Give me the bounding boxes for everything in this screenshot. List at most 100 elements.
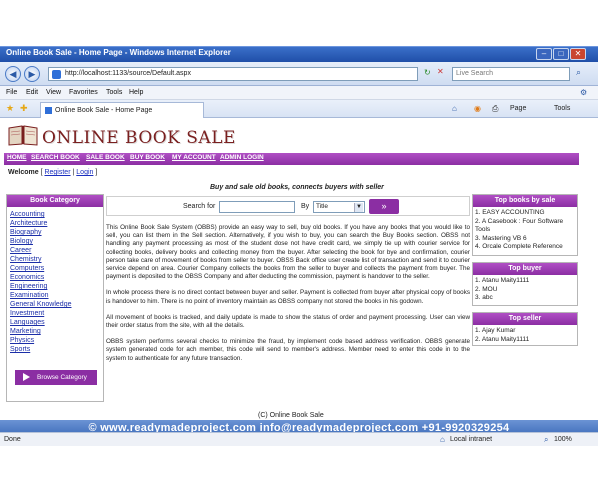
close-button[interactable]: ✕: [570, 48, 586, 60]
favorites-star-icon[interactable]: ★: [6, 103, 14, 114]
window-title: Online Book Sale - Home Page - Windows I…: [6, 48, 231, 57]
tab-home-page[interactable]: Online Book Sale - Home Page: [40, 102, 204, 118]
category-accounting[interactable]: Accounting: [7, 210, 103, 219]
register-link[interactable]: Register: [44, 169, 70, 176]
category-engineering[interactable]: Engineering: [7, 282, 103, 291]
nav-search-book[interactable]: SEARCH BOOK: [31, 154, 80, 161]
print-icon[interactable]: ⎙: [492, 104, 498, 114]
menu-help[interactable]: Help: [129, 89, 143, 96]
feeds-icon[interactable]: ◉: [474, 104, 481, 113]
refresh-icon[interactable]: ↻: [424, 68, 431, 77]
page-icon: [52, 70, 61, 79]
top-books-panel: Top books by sale 1. EASY ACCOUNTING 2. …: [472, 194, 578, 256]
footer-copyright: (C) Online Book Sale: [258, 412, 324, 419]
browse-category-label: Browse Category: [37, 374, 87, 381]
live-search-input[interactable]: Live Search: [452, 67, 570, 81]
category-panel: Book Category Accounting Architecture Bi…: [6, 194, 104, 402]
menu-favorites[interactable]: Favorites: [69, 89, 98, 96]
category-economics[interactable]: Economics: [7, 273, 103, 282]
url-input[interactable]: http://localhost:1133/source/Default.asp…: [48, 67, 418, 81]
back-button[interactable]: ◀: [5, 66, 21, 82]
menu-tools[interactable]: Tools: [106, 89, 122, 96]
book-logo-icon: [8, 125, 38, 146]
welcome-separator: |: [72, 169, 75, 176]
top-buyer-title: Top buyer: [473, 263, 577, 275]
top-seller-title: Top seller: [473, 313, 577, 325]
site-navbar: HOME SEARCH BOOK SALE BOOK BUY BOOK MY A…: [4, 153, 579, 165]
url-text: http://localhost:1133/source/Default.asp…: [65, 70, 191, 77]
back-arrow-icon: ◀: [9, 69, 17, 79]
top-book-item: 1. EASY ACCOUNTING: [475, 209, 545, 216]
category-chemistry[interactable]: Chemistry: [7, 255, 103, 264]
search-by-select[interactable]: Title ▼: [313, 201, 365, 213]
top-book-item: 3. Mastering VB 6: [475, 234, 527, 242]
tools-menu[interactable]: Tools: [554, 105, 570, 112]
category-career[interactable]: Career: [7, 246, 103, 255]
search-input[interactable]: [219, 201, 295, 213]
top-seller-panel: Top seller 1. Ajay Kumar 2. Atanu Maity1…: [472, 312, 578, 346]
zoom-icon[interactable]: ⌕: [544, 435, 548, 445]
about-text: This Online Book Sale System (OBBS) prov…: [106, 224, 470, 408]
nav-home[interactable]: HOME: [7, 154, 27, 161]
nav-my-account[interactable]: MY ACCOUNT: [172, 154, 216, 161]
nav-sale-book[interactable]: SALE BOOK: [86, 154, 125, 161]
chevron-down-icon: ▼: [354, 203, 363, 212]
browse-category-button[interactable]: Browse Category: [15, 370, 97, 385]
forward-arrow-icon: ▶: [28, 69, 36, 79]
top-book-item: 4. Orcale Complete Reference: [475, 243, 563, 250]
forward-button[interactable]: ▶: [24, 66, 40, 82]
top-buyer-item: 3. abc: [475, 294, 493, 301]
login-link[interactable]: Login: [76, 169, 93, 176]
top-seller-item: 2. Atanu Maity1111: [475, 335, 530, 343]
top-book-item: 2. A Casebook : Four Software Tools: [475, 217, 564, 234]
page-bottom-margin: [0, 446, 598, 498]
home-icon[interactable]: ⌂: [452, 104, 457, 113]
live-search-placeholder: Live Search: [456, 70, 493, 77]
category-computers[interactable]: Computers: [7, 264, 103, 273]
category-architecture[interactable]: Architecture: [7, 219, 103, 228]
security-zone: Local intranet: [450, 436, 493, 443]
menu-view[interactable]: View: [46, 89, 61, 96]
about-paragraph-3: All movement of books is tracked, and da…: [106, 313, 470, 330]
category-biology[interactable]: Biology: [7, 237, 103, 246]
category-sports[interactable]: Sports: [7, 345, 103, 354]
about-paragraph-2: In whole process there is no direct cont…: [106, 289, 470, 305]
menu-edit[interactable]: Edit: [26, 89, 38, 96]
status-bar: Done ⌂ Local intranet ⌕ 100%: [0, 432, 598, 446]
site-tagline: Buy and sale old books, connects buyers …: [210, 184, 384, 191]
page-content: ONLINE BOOK SALE HOME SEARCH BOOK SALE B…: [0, 118, 598, 432]
top-seller-item: 1. Ajay Kumar: [475, 327, 516, 334]
top-buyer-item: 1. Atanu Maity1111: [475, 277, 530, 284]
category-investment[interactable]: Investment: [7, 309, 103, 318]
category-general-knowledge[interactable]: General Knowledge: [7, 300, 103, 309]
site-logo[interactable]: ONLINE BOOK SALE: [42, 128, 236, 148]
top-books-title: Top books by sale: [473, 195, 577, 207]
search-form: Search for By Title ▼ »: [106, 196, 470, 216]
category-physics[interactable]: Physics: [7, 336, 103, 345]
category-panel-title: Book Category: [7, 195, 103, 207]
maximize-button[interactable]: □: [553, 48, 569, 60]
top-seller-list: 1. Ajay Kumar 2. Atanu Maity1111: [473, 325, 577, 347]
add-favorite-icon[interactable]: ✚: [20, 103, 28, 114]
stop-icon[interactable]: ✕: [437, 67, 444, 76]
nav-admin-login[interactable]: ADMIN LOGIN: [220, 154, 264, 161]
toolbar-extra-icon[interactable]: ⚙: [580, 88, 587, 97]
category-languages[interactable]: Languages: [7, 318, 103, 327]
search-go-button[interactable]: »: [369, 199, 399, 214]
zoom-level[interactable]: 100%: [554, 436, 572, 443]
tab-label: Online Book Sale - Home Page: [55, 107, 153, 114]
arrow-right-icon: [23, 373, 30, 381]
category-examination[interactable]: Examination: [7, 291, 103, 300]
minimize-button[interactable]: –: [536, 48, 552, 60]
category-biography[interactable]: Biography: [7, 228, 103, 237]
search-icon[interactable]: ⌕: [576, 67, 581, 78]
menu-bar: File Edit View Favorites Tools Help ⚙: [0, 86, 598, 100]
top-books-list: 1. EASY ACCOUNTING 2. A Casebook : Four …: [473, 207, 577, 255]
nav-buy-book[interactable]: BUY BOOK: [130, 154, 165, 161]
category-marketing[interactable]: Marketing: [7, 327, 103, 336]
welcome-close-bracket: ]: [95, 169, 98, 176]
intranet-icon: ⌂: [440, 435, 445, 444]
menu-file[interactable]: File: [6, 89, 17, 96]
page-menu[interactable]: Page: [510, 105, 526, 112]
top-buyer-panel: Top buyer 1. Atanu Maity1111 2. MOU 3. a…: [472, 262, 578, 306]
